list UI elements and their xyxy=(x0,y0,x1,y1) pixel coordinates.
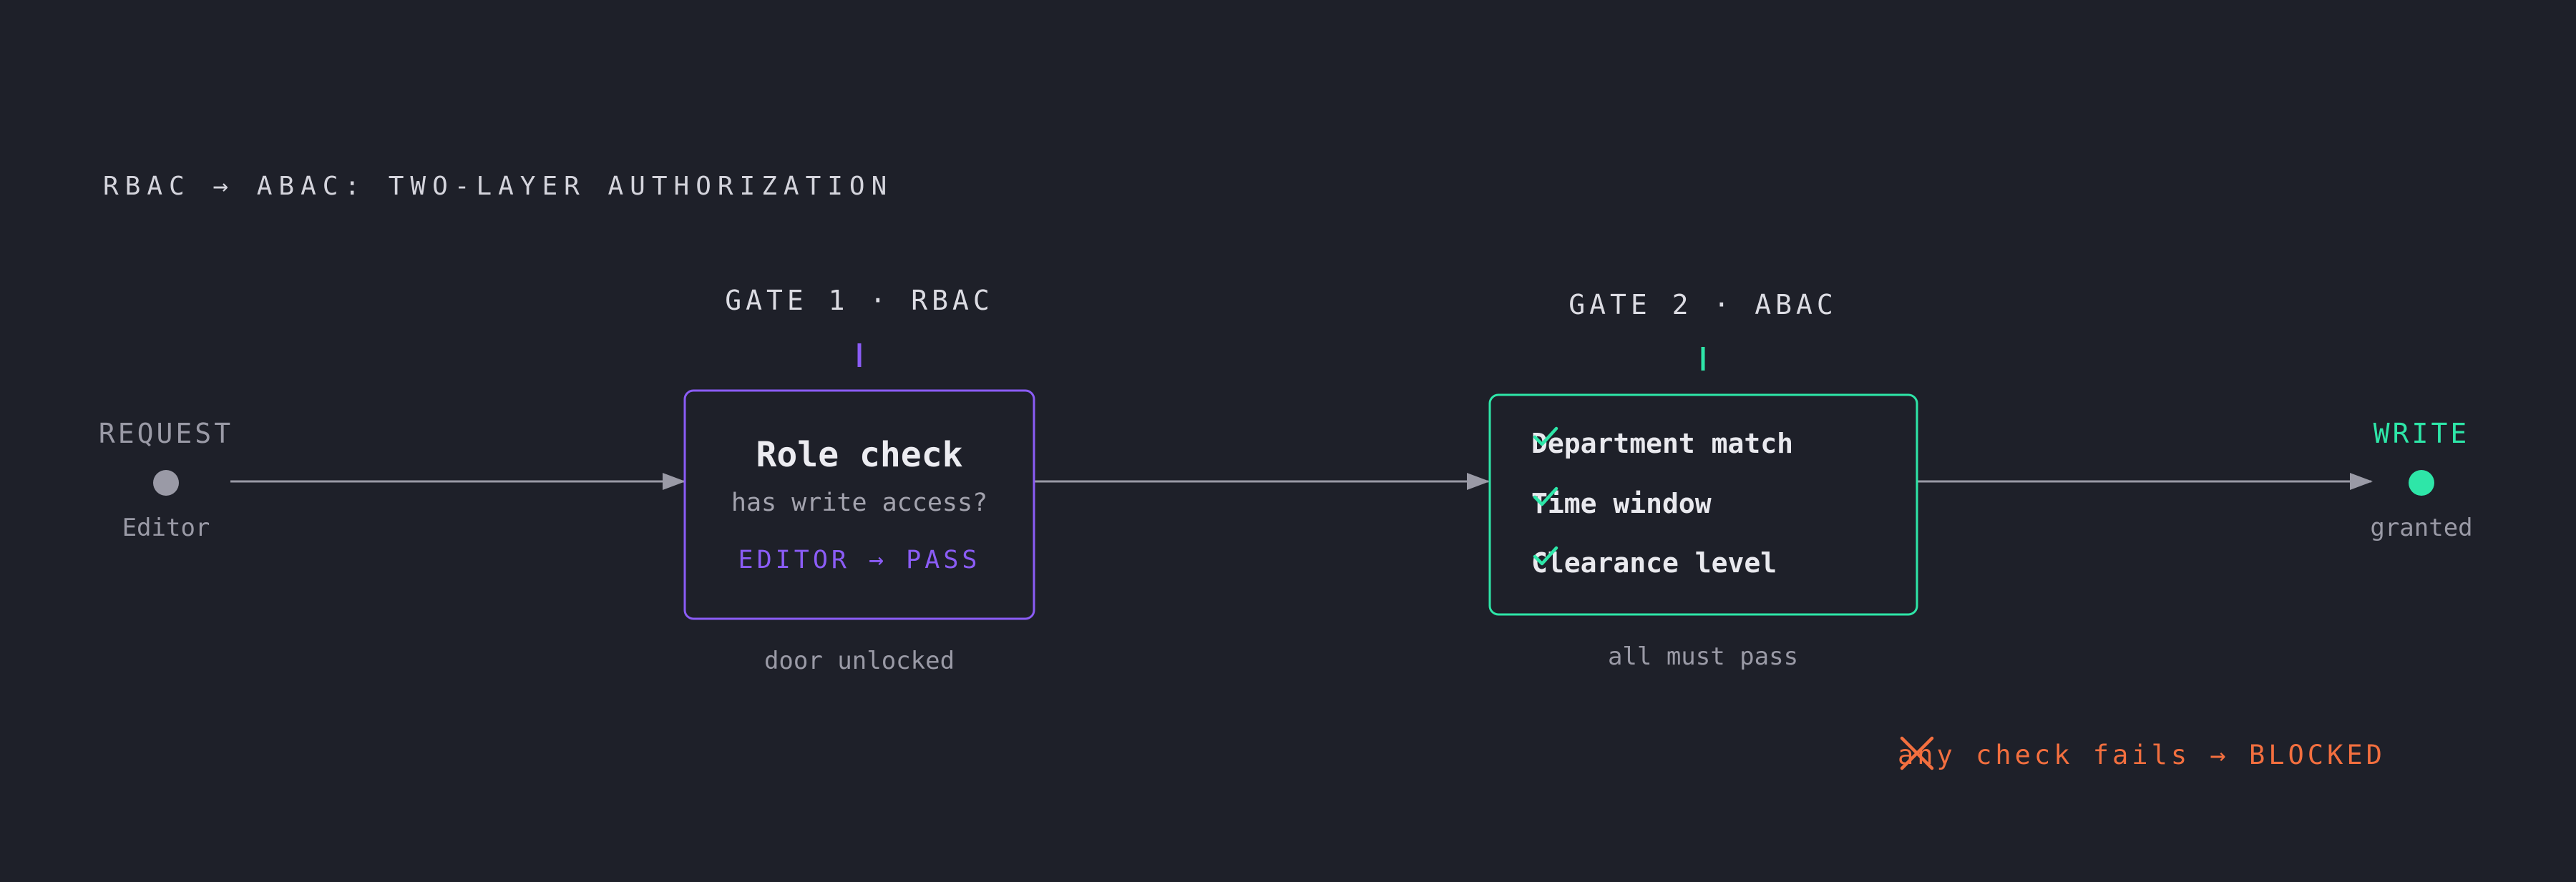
write-sublabel: granted xyxy=(2370,514,2473,542)
check-department-match: Department match xyxy=(1531,428,1794,459)
write-node-dot xyxy=(2409,470,2434,496)
diagram-title: RBAC → ABAC: TWO-LAYER AUTHORIZATION xyxy=(103,172,894,201)
gate1-heading: Role check xyxy=(756,435,963,475)
gate1-label: GATE 1 · RBAC xyxy=(725,285,994,316)
checkmark-icon xyxy=(1533,486,1558,506)
gate1-question: has write access? xyxy=(731,489,988,517)
gate2-check-row: Department match xyxy=(1531,422,1793,465)
cross-icon xyxy=(1900,736,1934,770)
request-node-dot xyxy=(153,470,179,496)
gate1-result: EDITOR → PASS xyxy=(738,546,981,574)
write-label: WRITE xyxy=(2373,418,2470,449)
request-label: REQUEST xyxy=(98,418,234,449)
gate2-label: GATE 2 · ABAC xyxy=(1568,289,1838,320)
checkmark-icon xyxy=(1533,426,1558,446)
gate1-caption: door unlocked xyxy=(763,647,955,675)
arrowhead-gate1 xyxy=(663,473,686,490)
arrowhead-gate2 xyxy=(1467,473,1490,490)
blocked-annotation: any check fails → BLOCKED xyxy=(1898,734,2386,775)
gate2-check-row: Clearance level xyxy=(1531,542,1777,584)
arrowhead-write xyxy=(2350,473,2373,490)
blocked-text: any check fails → BLOCKED xyxy=(1898,739,2386,770)
gate2-check-row: Time window xyxy=(1531,482,1712,525)
gate2-caption: all must pass xyxy=(1607,642,1799,671)
diagram-canvas: RBAC → ABAC: TWO-LAYER AUTHORIZATION REQ… xyxy=(0,0,2576,882)
request-sublabel: Editor xyxy=(122,514,210,542)
checkmark-icon xyxy=(1533,546,1558,566)
check-clearance-level: Clearance level xyxy=(1531,547,1777,579)
